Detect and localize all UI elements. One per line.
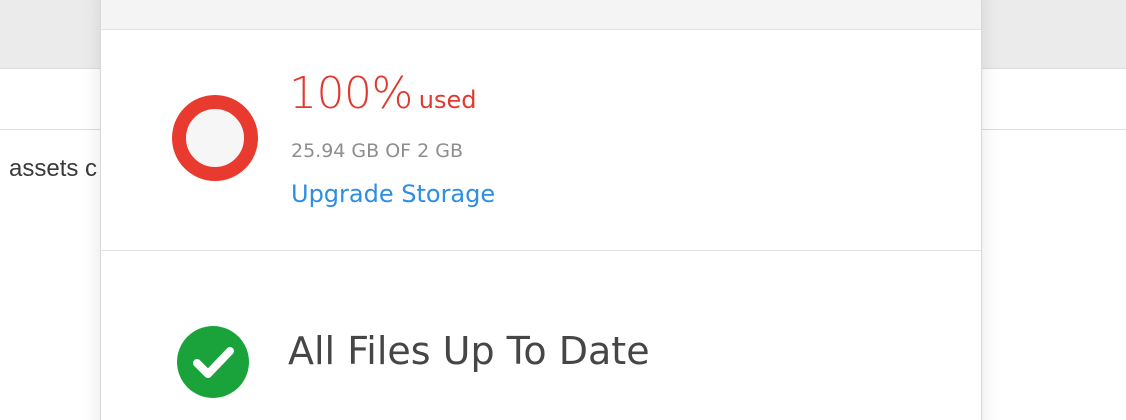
background-assets-text: assets c bbox=[9, 155, 98, 182]
page: assets c 100% used 25.94 GB OF 2 GB Upgra… bbox=[0, 0, 1126, 420]
storage-percent-line: 100% used bbox=[289, 68, 477, 119]
popover-header bbox=[101, 0, 981, 30]
checkmark-circle-icon bbox=[177, 326, 249, 398]
storage-ring-icon bbox=[172, 95, 258, 181]
checkmark-icon bbox=[193, 347, 234, 378]
storage-percent-suffix: used bbox=[418, 86, 477, 114]
sync-status-section: All Files Up To Date bbox=[101, 251, 981, 420]
upgrade-storage-link[interactable]: Upgrade Storage bbox=[291, 180, 495, 208]
storage-usage-detail: 25.94 GB OF 2 GB bbox=[291, 140, 464, 162]
storage-sync-popover: 100% used 25.94 GB OF 2 GB Upgrade Storag… bbox=[100, 0, 982, 420]
sync-status-text: All Files Up To Date bbox=[288, 329, 650, 373]
storage-usage-section: 100% used 25.94 GB OF 2 GB Upgrade Storag… bbox=[101, 30, 981, 250]
storage-percent-value: 100% bbox=[289, 68, 413, 119]
